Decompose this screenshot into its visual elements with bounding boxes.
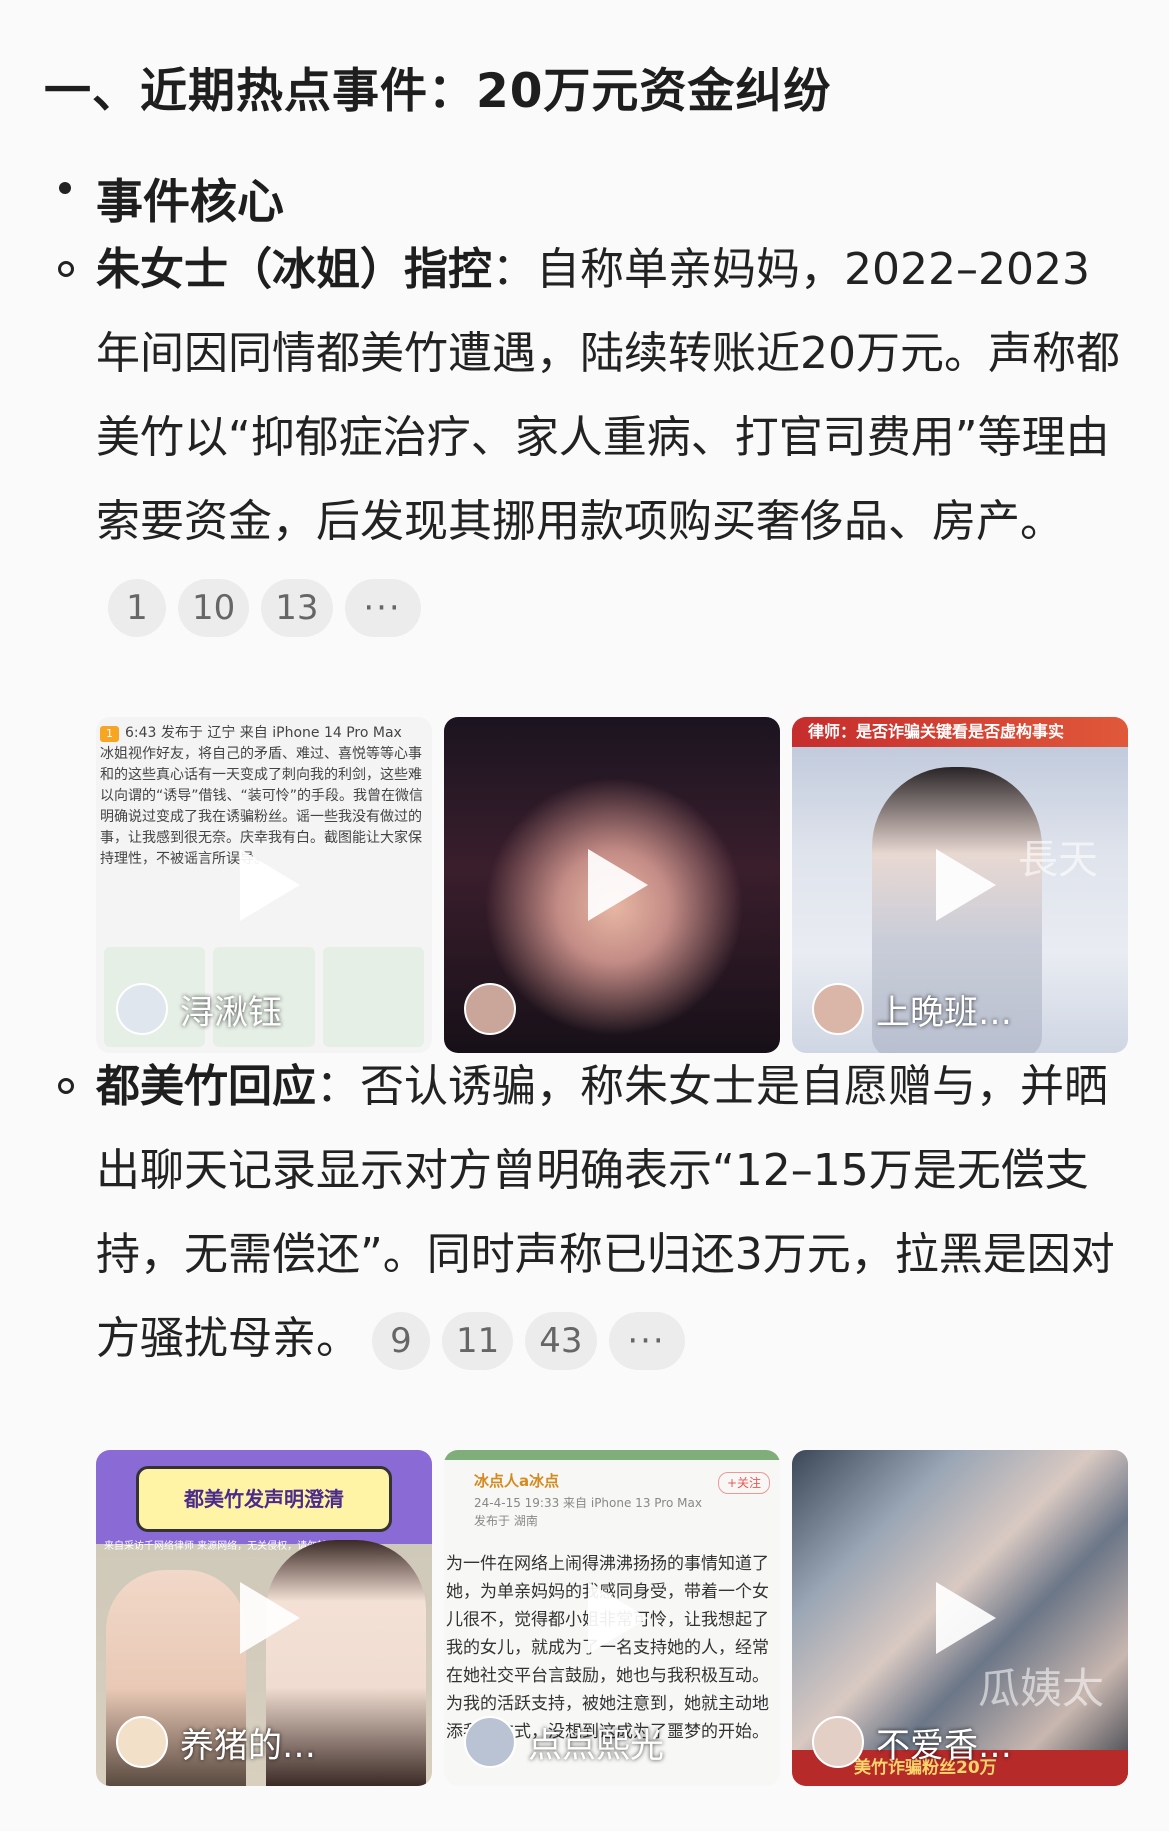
video-author[interactable]: 点点熙光	[464, 1716, 664, 1768]
item1-paragraph: 朱女士（冰姐）指控：自称单亲妈妈，2022–2023年间因同情都美竹遭遇，陆续转…	[96, 228, 1126, 648]
author-name: 养猪的…	[180, 1725, 316, 1766]
author-name: 上晚班…	[876, 992, 1012, 1033]
item2-label: 都美竹回应	[96, 1061, 316, 1112]
avatar	[464, 1716, 516, 1768]
bullet-circle	[58, 1078, 74, 1094]
avatar	[116, 1716, 168, 1768]
play-icon	[240, 1582, 300, 1654]
watermark: 瓜姨太	[977, 1664, 1104, 1713]
video-thumbnail[interactable]: 律师：是否诈骗关键看是否虚构事实 長天 上晚班…	[792, 717, 1128, 1053]
top-bar	[444, 1450, 780, 1460]
video-author[interactable]: 不爱香…	[812, 1716, 1012, 1768]
author-name: 不爱香…	[876, 1725, 1012, 1766]
avatar	[812, 983, 864, 1035]
author-name: 浔湫钰	[180, 992, 282, 1033]
play-icon	[588, 1582, 648, 1654]
subheading: 事件核心	[96, 175, 284, 230]
article-page: 一、近期热点事件：20万元资金纠纷 事件核心 朱女士（冰姐）指控：自称单亲妈妈，…	[0, 0, 1169, 1831]
follow-button: +关注	[717, 1472, 770, 1494]
post-username: 冰点人a冰点	[474, 1472, 560, 1490]
item2-paragraph: 都美竹回应：否认诱骗，称朱女士是自愿赠与，并晒出聊天记录显示对方曾明确表示“12…	[96, 1045, 1126, 1381]
citation-11[interactable]: 11	[442, 1312, 514, 1370]
screenshot-text: 1 6:43 发布于 辽宁 来自 iPhone 14 Pro Max 冰姐视作好友…	[96, 723, 432, 870]
video-author[interactable]: 浔湫钰	[116, 983, 282, 1035]
video-thumbnail[interactable]: 都美竹发声明澄清 来自采访千网络律师 来源网络，无关侵权，请勿转发 养猪的…	[96, 1450, 432, 1786]
item1-label: 朱女士（冰姐）指控	[96, 244, 492, 295]
video-row-1: 1 6:43 发布于 辽宁 来自 iPhone 14 Pro Max 冰姐视作好友…	[96, 717, 1128, 1053]
more-citations-button[interactable]: ···	[608, 1312, 685, 1370]
post-meta: 6:43 发布于 辽宁 来自 iPhone 14 Pro Max	[125, 725, 402, 741]
play-icon	[588, 849, 648, 921]
video-thumbnail[interactable]: 冰点人a冰点 +关注 24-4-15 19:33 来自 iPhone 13 Pr…	[444, 1450, 780, 1786]
item2-colon: ：	[316, 1061, 360, 1112]
badge: 1	[100, 726, 119, 742]
watermark: 長天	[1018, 837, 1098, 883]
citation-1[interactable]: 1	[108, 579, 166, 637]
play-icon	[936, 849, 996, 921]
post-meta: 24-4-15 19:33 来自 iPhone 13 Pro Max 发布于 湖南	[474, 1496, 702, 1528]
video-banner: 律师：是否诈骗关键看是否虚构事实	[792, 717, 1128, 747]
avatar	[116, 983, 168, 1035]
video-author[interactable]: 养猪的…	[116, 1716, 316, 1768]
citation-43[interactable]: 43	[525, 1312, 597, 1370]
avatar	[464, 983, 516, 1035]
video-author[interactable]: 上晚班…	[812, 983, 1012, 1035]
bullet-dot	[59, 182, 71, 194]
citation-9[interactable]: 9	[372, 1312, 430, 1370]
title-card: 都美竹发声明澄清	[136, 1466, 392, 1532]
citation-10[interactable]: 10	[178, 579, 250, 637]
play-icon	[936, 1582, 996, 1654]
video-author[interactable]	[464, 983, 528, 1035]
video-thumbnail[interactable]: 1 6:43 发布于 辽宁 来自 iPhone 14 Pro Max 冰姐视作好友…	[96, 717, 432, 1053]
avatar	[812, 1716, 864, 1768]
author-name: 点点熙光	[528, 1725, 664, 1766]
section-title: 一、近期热点事件：20万元资金纠纷	[44, 64, 832, 119]
item1-colon: ：	[492, 244, 536, 295]
more-citations-button[interactable]: ···	[344, 579, 421, 637]
citation-13[interactable]: 13	[261, 579, 333, 637]
bullet-circle	[58, 261, 74, 277]
play-icon	[240, 849, 300, 921]
video-row-2: 都美竹发声明澄清 来自采访千网络律师 来源网络，无关侵权，请勿转发 养猪的… 冰…	[96, 1450, 1128, 1786]
video-thumbnail[interactable]: 瓜姨太 美竹诈骗粉丝20万 不爱香…	[792, 1450, 1128, 1786]
video-thumbnail[interactable]	[444, 717, 780, 1053]
